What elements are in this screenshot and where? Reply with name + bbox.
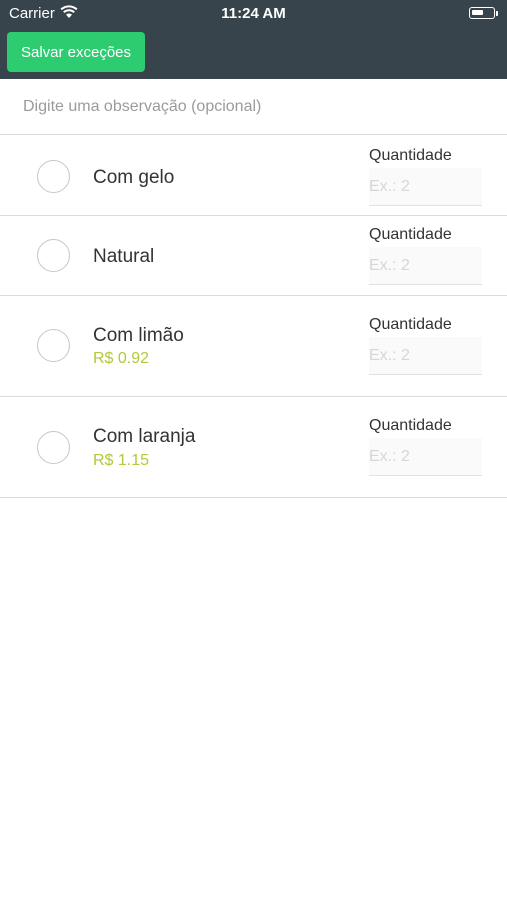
quantity-label: Quantidade (369, 417, 452, 434)
battery-cap (496, 11, 498, 16)
top-bar: Carrier 11:24 AM Salvar exceções (0, 0, 507, 79)
quantity-label: Quantidade (369, 147, 452, 164)
option-radio[interactable] (37, 329, 70, 362)
quantity-input[interactable] (369, 438, 482, 476)
option-radio[interactable] (37, 431, 70, 464)
clock: 11:24 AM (221, 5, 286, 22)
option-name: Com laranja (93, 426, 196, 447)
quantity-input[interactable] (369, 247, 482, 285)
quantity-input[interactable] (369, 168, 482, 206)
quantity-input[interactable] (369, 337, 482, 375)
observation-field (0, 79, 507, 135)
save-exceptions-button[interactable]: Salvar exceções (7, 32, 145, 72)
option-price: R$ 1.15 (93, 452, 150, 469)
option-name: Com limão (93, 325, 184, 346)
option-row-natural[interactable]: Natural Quantidade (0, 216, 507, 296)
option-radio[interactable] (37, 239, 70, 272)
quantity-label: Quantidade (369, 226, 452, 243)
option-row-com-gelo[interactable]: Com gelo Quantidade (0, 136, 507, 216)
quantity-label: Quantidade (369, 316, 452, 333)
option-name: Com gelo (93, 167, 175, 188)
option-radio[interactable] (37, 160, 70, 193)
option-row-com-laranja[interactable]: Com laranja R$ 1.15 Quantidade (0, 397, 507, 498)
option-price: R$ 0.92 (93, 350, 150, 367)
option-row-com-limao[interactable]: Com limão R$ 0.92 Quantidade (0, 296, 507, 397)
option-name: Natural (93, 246, 155, 267)
battery-icon (469, 7, 495, 19)
observation-input[interactable] (21, 96, 485, 117)
